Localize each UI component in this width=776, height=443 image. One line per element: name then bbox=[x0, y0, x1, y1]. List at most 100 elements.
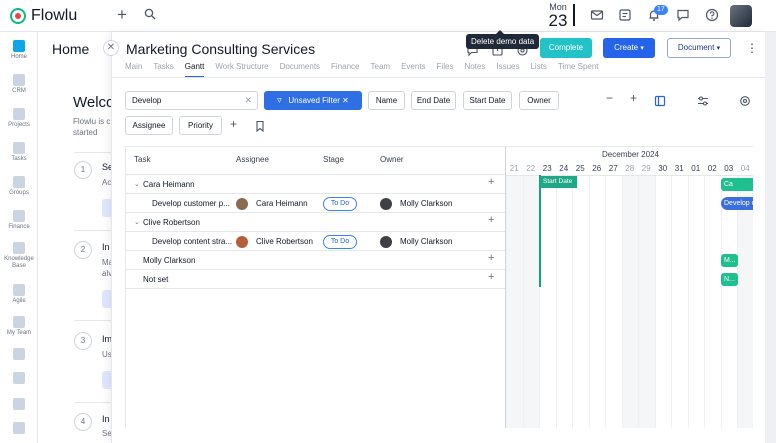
sliders-icon[interactable] bbox=[697, 95, 709, 107]
column-header-stage[interactable]: Stage bbox=[323, 155, 344, 164]
more-options-icon[interactable]: ⋮ bbox=[746, 41, 758, 55]
timeline-day-label: 04 bbox=[740, 164, 750, 173]
tab-main[interactable]: Main bbox=[125, 62, 142, 78]
search-input-value: Develop bbox=[132, 96, 162, 105]
filter-chip-priority[interactable]: Priority bbox=[179, 116, 222, 135]
filter-chip-name[interactable]: Name bbox=[368, 91, 405, 110]
add-task-plus-icon[interactable]: + bbox=[488, 271, 494, 283]
sidebar-item-crm[interactable]: CRM bbox=[0, 74, 38, 95]
help-icon[interactable] bbox=[705, 8, 719, 22]
search-input[interactable]: Develop ✕ bbox=[125, 91, 258, 110]
filter-chip-assignee[interactable]: Assignee bbox=[125, 116, 173, 135]
tab-time-spent[interactable]: Time Spent bbox=[558, 62, 599, 78]
timesheet-icon[interactable] bbox=[618, 8, 632, 22]
gantt-task-bar[interactable]: N... bbox=[721, 273, 738, 286]
sidebar-item-projects[interactable]: Projects bbox=[0, 108, 38, 129]
view-toggle-icon[interactable] bbox=[654, 95, 666, 107]
tab-team[interactable]: Team bbox=[371, 62, 391, 78]
add-task-plus-icon[interactable]: + bbox=[488, 252, 494, 264]
complete-button[interactable]: Complete bbox=[540, 38, 592, 58]
stage-badge[interactable]: To Do bbox=[323, 235, 357, 249]
create-button[interactable]: Create ▾ bbox=[603, 38, 655, 58]
row-divider bbox=[126, 269, 505, 270]
sidebar-item-extra-2[interactable] bbox=[0, 372, 38, 384]
clear-icon[interactable]: ✕ bbox=[244, 92, 252, 109]
sidebar-item-tasks[interactable]: Tasks bbox=[0, 142, 38, 163]
top-bar: Flowlu + Mon 23 17 bbox=[0, 0, 776, 32]
quick-add-plus-icon[interactable]: + bbox=[117, 5, 127, 25]
filter-chip-end-date[interactable]: End Date bbox=[411, 91, 456, 110]
filter-chip-start-date[interactable]: Start Date bbox=[463, 91, 512, 110]
timeline-day-label: 02 bbox=[707, 164, 717, 173]
agile-icon bbox=[13, 284, 25, 296]
timeline-day-label: 03 bbox=[724, 164, 734, 173]
sidebar-item-label: Projects bbox=[8, 122, 30, 128]
step-subtitle: Ac bbox=[102, 178, 112, 187]
scrollbar-track[interactable] bbox=[765, 32, 776, 443]
gantt-timeline[interactable]: December 2024 Start Date 21 22 23 24 25 26 27 2… bbox=[505, 147, 753, 428]
zoom-in-icon[interactable]: + bbox=[630, 91, 637, 105]
sidebar-item-label: Tasks bbox=[11, 156, 27, 162]
calendar-date[interactable]: Mon 23 bbox=[546, 2, 570, 30]
tab-issues[interactable]: Issues bbox=[496, 62, 519, 78]
sidebar-item-agile[interactable]: Agile bbox=[0, 284, 38, 305]
user-avatar[interactable] bbox=[730, 5, 752, 27]
assignee-avatar bbox=[236, 198, 248, 210]
chevron-down-icon[interactable]: ⌄ bbox=[134, 218, 140, 226]
bookmark-icon[interactable] bbox=[254, 120, 266, 132]
tab-documents[interactable]: Documents bbox=[280, 62, 320, 78]
task-name[interactable]: Develop content stra... bbox=[152, 237, 232, 246]
tab-notes[interactable]: Notes bbox=[464, 62, 485, 78]
sidebar-item-groups[interactable]: Groups bbox=[0, 176, 38, 197]
tab-events[interactable]: Events bbox=[401, 62, 425, 78]
timeline-day-label: 21 bbox=[509, 164, 519, 173]
tab-files[interactable]: Files bbox=[437, 62, 454, 78]
mail-icon[interactable] bbox=[590, 8, 604, 22]
zoom-out-icon[interactable]: − bbox=[606, 91, 613, 105]
remove-filter-icon[interactable]: ✕ bbox=[342, 96, 349, 105]
chevron-down-icon[interactable]: ⌄ bbox=[134, 180, 140, 188]
sidebar-item-my-team[interactable]: My Team bbox=[0, 316, 38, 337]
add-task-plus-icon[interactable]: + bbox=[488, 214, 494, 226]
timeline-day-label: 24 bbox=[559, 164, 569, 173]
sidebar-item-extra-3[interactable] bbox=[0, 398, 38, 410]
tab-gantt[interactable]: Gantt bbox=[184, 62, 205, 78]
sidebar-item-extra-4[interactable] bbox=[0, 422, 38, 434]
unsaved-filter-chip[interactable]: ▿ Unsaved Filter ✕ bbox=[264, 91, 362, 110]
add-filter-plus-icon[interactable]: + bbox=[230, 117, 237, 131]
timeline-day-column bbox=[621, 175, 638, 428]
column-header-assignee[interactable]: Assignee bbox=[236, 155, 269, 164]
tab-tasks[interactable]: Tasks bbox=[153, 62, 173, 78]
group-row-label: Cara Heimann bbox=[143, 180, 195, 189]
add-task-plus-icon[interactable]: + bbox=[488, 176, 494, 188]
app-name: Flowlu bbox=[31, 7, 78, 24]
gantt-task-bar[interactable]: Ca bbox=[721, 178, 753, 191]
search-icon[interactable] bbox=[144, 8, 156, 20]
app-logo[interactable]: Flowlu bbox=[10, 7, 77, 25]
gear-icon[interactable] bbox=[739, 95, 751, 107]
tab-finance[interactable]: Finance bbox=[331, 62, 359, 78]
column-header-owner[interactable]: Owner bbox=[380, 155, 404, 164]
stage-badge[interactable]: To Do bbox=[323, 197, 357, 211]
gantt-task-bar[interactable]: Develop c bbox=[721, 197, 753, 210]
crm-icon bbox=[13, 74, 25, 86]
task-name[interactable]: Develop customer p... bbox=[152, 199, 230, 208]
document-button[interactable]: Document ▾ bbox=[667, 38, 731, 58]
left-sidebar: Home CRM Projects Tasks Groups Finance K… bbox=[0, 32, 38, 443]
sidebar-item-finance[interactable]: Finance bbox=[0, 210, 38, 231]
sidebar-item-home[interactable]: Home bbox=[0, 40, 38, 61]
sidebar-item-extra-1[interactable] bbox=[0, 348, 38, 360]
tab-work-structure[interactable]: Work Structure bbox=[215, 62, 268, 78]
group-row-label: Clive Robertson bbox=[143, 218, 200, 227]
timeline-day-label: 25 bbox=[575, 164, 585, 173]
sidebar-item-knowledge-base[interactable]: Knowledge Base bbox=[0, 242, 38, 270]
close-panel-button[interactable]: ✕ bbox=[103, 40, 119, 56]
owner-avatar bbox=[380, 236, 392, 248]
tab-lists[interactable]: Lists bbox=[530, 62, 546, 78]
gantt-task-bar[interactable]: M... bbox=[721, 254, 738, 267]
timeline-day-label: 28 bbox=[625, 164, 635, 173]
chat-icon[interactable] bbox=[676, 8, 690, 22]
filter-chip-owner[interactable]: Owner bbox=[519, 91, 559, 110]
column-header-task[interactable]: Task bbox=[134, 155, 150, 164]
my-team-icon bbox=[13, 316, 25, 328]
